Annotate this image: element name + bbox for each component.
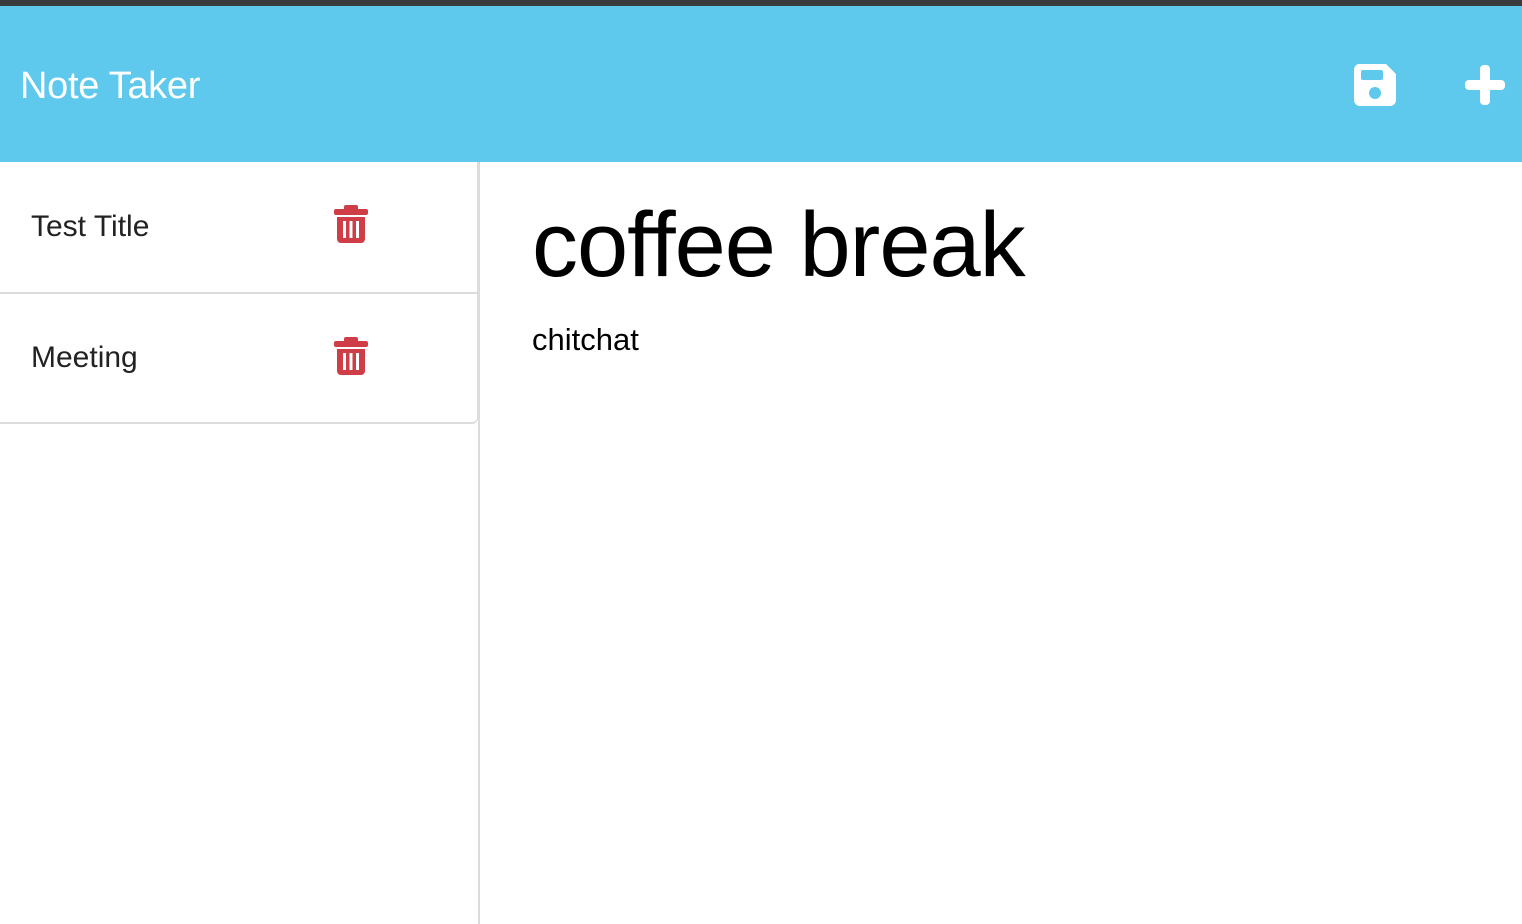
trash-icon [334,337,368,375]
note-title-input[interactable] [532,190,1492,300]
note-sidebar: Test Title Meeting [0,162,480,924]
note-list-item[interactable]: Meeting [0,292,477,422]
new-note-button[interactable] [1458,58,1512,112]
delete-note-button[interactable] [332,204,370,244]
save-icon [1353,64,1396,106]
trash-icon [334,205,368,243]
note-item-title[interactable]: Test Title [31,209,149,245]
delete-note-button[interactable] [332,336,370,376]
save-note-button[interactable] [1348,58,1402,112]
app-title[interactable]: Note Taker [20,64,200,108]
navbar: Note Taker [0,6,1522,162]
note-list: Test Title Meeting [0,162,478,424]
note-body-textarea[interactable]: chitchat [532,320,1492,880]
note-editor: chitchat [482,162,1522,924]
note-list-item[interactable]: Test Title [0,162,477,292]
plus-icon [1465,65,1505,105]
note-item-title[interactable]: Meeting [31,340,138,376]
